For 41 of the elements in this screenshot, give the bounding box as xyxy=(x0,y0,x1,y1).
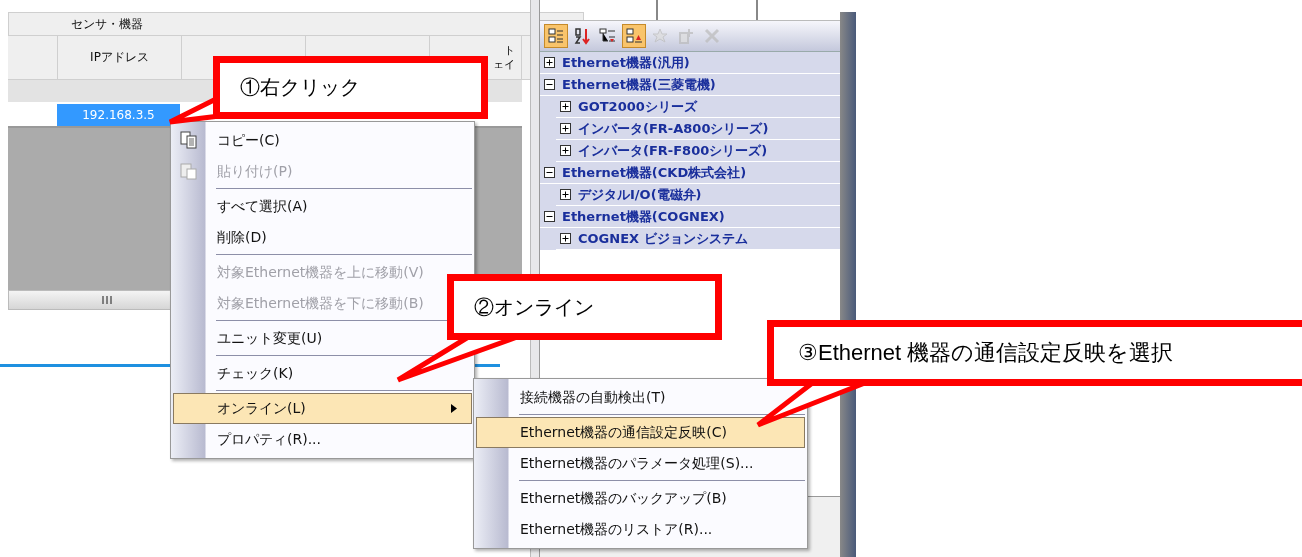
tree-item[interactable]: Ethernet機器(三菱電機) xyxy=(540,74,840,96)
tree-item[interactable]: Ethernet機器(COGNEX) xyxy=(540,206,840,228)
expander-icon[interactable] xyxy=(560,123,571,134)
callout-tooltip: ①右クリック xyxy=(213,56,488,119)
tree-item[interactable]: Ethernet機器(汎用) xyxy=(540,52,840,74)
tree-view-icon xyxy=(547,27,565,45)
copy-icon xyxy=(180,131,198,149)
expander-icon[interactable] xyxy=(560,189,571,200)
tree-item[interactable]: インバータ(FR-F800シリーズ) xyxy=(556,140,840,162)
tree-item[interactable]: デジタルI/O(電磁弁) xyxy=(556,184,840,206)
paste-icon xyxy=(180,162,198,180)
menu-item[interactable]: オンライン(L) xyxy=(173,393,472,424)
menu-item[interactable]: コピー(C) xyxy=(173,125,472,156)
add-icon xyxy=(677,27,695,45)
expander-icon[interactable] xyxy=(560,101,571,112)
menu-item[interactable]: Ethernet機器のバックアップ(B) xyxy=(476,483,805,514)
menu-item[interactable]: 削除(D) xyxy=(173,222,472,253)
menu-item[interactable]: Ethernet機器の通信設定反映(C) xyxy=(476,417,805,448)
expander-icon[interactable] xyxy=(560,233,571,244)
tree-item[interactable]: Ethernet機器(CKD株式会社) xyxy=(540,162,840,184)
expander-icon[interactable] xyxy=(544,79,555,90)
column-header: IPアドレス xyxy=(58,36,182,79)
expander-icon[interactable] xyxy=(544,57,555,68)
expander-icon[interactable] xyxy=(560,145,571,156)
tree-item[interactable]: インバータ(FR-A800シリーズ) xyxy=(556,118,840,140)
filter-icon xyxy=(599,27,617,45)
menu-item[interactable]: すべて選択(A) xyxy=(173,191,472,222)
expander-icon[interactable] xyxy=(544,211,555,222)
tree-item[interactable]: COGNEX ビジョンシステム xyxy=(556,228,840,250)
group-header: センサ・機器 xyxy=(8,12,584,36)
menu-item[interactable]: Ethernet機器のパラメータ処理(S)... xyxy=(476,448,805,479)
close-icon xyxy=(703,27,721,45)
menu-item[interactable]: Ethernet機器のリストア(R)... xyxy=(476,514,805,545)
sort-icon xyxy=(573,27,591,45)
tree-item[interactable]: GOT2000シリーズ xyxy=(556,96,840,118)
scroll-grip-icon xyxy=(101,296,113,304)
menu-item[interactable]: チェック(K) xyxy=(173,358,472,389)
tree-view-icon xyxy=(625,27,643,45)
expander-icon[interactable] xyxy=(544,167,555,178)
menu-item[interactable]: プロパティ(R)... xyxy=(173,424,472,455)
star-icon xyxy=(651,27,669,45)
